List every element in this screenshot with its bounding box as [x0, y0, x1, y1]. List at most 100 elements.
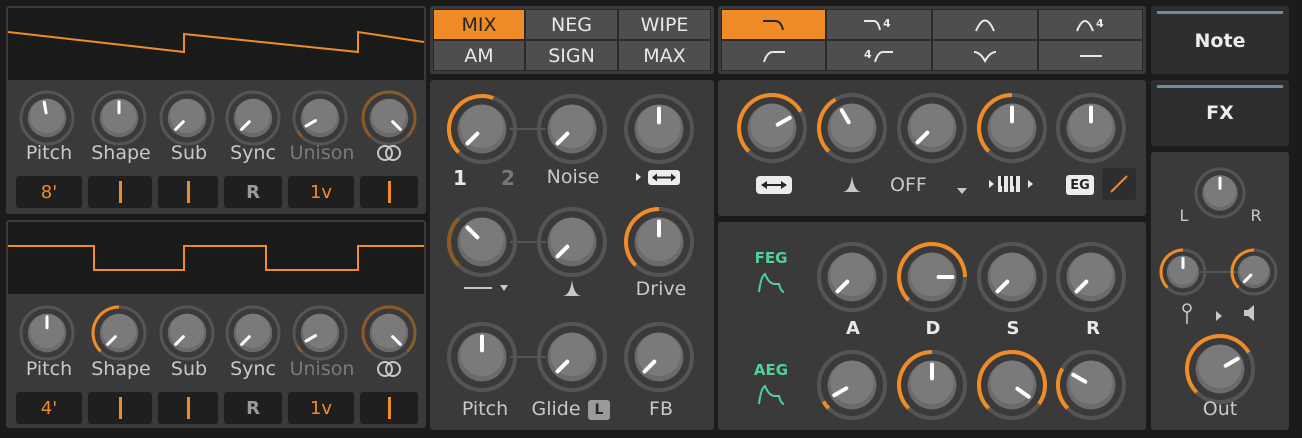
feg-attack-knob[interactable] [815, 240, 889, 314]
osc2-unison-value[interactable]: 1v [288, 392, 354, 424]
feg-shape-icon [757, 272, 785, 298]
pan-right-label: R [1250, 206, 1262, 225]
mixer-glide-knob[interactable] [535, 320, 609, 394]
feg-decay-knob[interactable] [895, 240, 969, 314]
filter-eg-badge[interactable]: EG [1066, 175, 1094, 195]
keytrack-dropdown-arrow[interactable] [956, 180, 968, 199]
aeg-shape-icon [757, 384, 785, 410]
eg-slope-button[interactable] [1102, 168, 1136, 200]
osc2-link-knob[interactable] [359, 303, 419, 363]
mixer-filter-mode-dropdown[interactable] [462, 280, 516, 296]
mixer-pitch-knob[interactable] [445, 320, 519, 394]
osc2-sub-knob[interactable] [157, 303, 217, 363]
feg-label: FEG [754, 249, 788, 267]
mixer-res-knob[interactable] [535, 205, 609, 279]
env-attack-label: A [846, 318, 860, 339]
osc2-unison-knob[interactable] [290, 303, 350, 363]
value-bar [186, 181, 190, 203]
value-bar [118, 397, 122, 419]
osc1-rings-icon[interactable] [376, 144, 402, 166]
feg-sustain-knob[interactable] [975, 240, 1049, 314]
out-label: Out [1202, 398, 1238, 420]
osc1-unison-knob[interactable] [290, 88, 350, 148]
feg-release-knob[interactable] [1054, 240, 1128, 314]
mixer-osc2-label[interactable]: 2 [498, 166, 518, 190]
osc2-shape-knob[interactable] [89, 303, 149, 363]
filter-stereo-icon[interactable] [756, 176, 792, 198]
value-bar [186, 397, 190, 419]
noise-mode-selector[interactable] [634, 167, 690, 187]
osc2-pitch-label: Pitch [25, 358, 73, 380]
osc2-pitch-knob[interactable] [17, 303, 77, 363]
mixer-level-knob[interactable] [622, 92, 696, 166]
input-pin-icon [1180, 303, 1194, 329]
env-sustain-label: S [1006, 318, 1020, 339]
env-release-label: R [1086, 318, 1100, 339]
osc1-sync-label: Sync [230, 142, 276, 164]
aeg-sustain-knob[interactable] [975, 348, 1049, 422]
glide-mode-badge[interactable]: L [588, 400, 610, 420]
osc1-sub-label: Sub [170, 142, 208, 164]
osc2-sub-label: Sub [170, 358, 208, 380]
output-volume-knob[interactable] [1183, 332, 1257, 406]
osc1-link-value[interactable] [360, 176, 418, 208]
mixer-drive-knob[interactable] [622, 205, 696, 279]
mixer-fb-label: FB [649, 398, 673, 420]
filter-cutoff-knob[interactable] [735, 91, 809, 165]
osc2-sub-value[interactable] [158, 392, 218, 424]
diagonal-line-icon [1110, 175, 1128, 193]
output-input-knob[interactable] [1157, 246, 1209, 298]
osc1-unison-value[interactable]: 1v [288, 176, 354, 208]
keyboard-icon[interactable] [988, 174, 1036, 198]
mixer-osc1-label[interactable]: 1 [450, 166, 470, 190]
value-bar [387, 397, 391, 419]
mixer-noise-knob[interactable] [535, 92, 609, 166]
osc2-sync-value[interactable]: R [224, 392, 282, 424]
aeg-label: AEG [753, 361, 789, 379]
value-bar [118, 181, 122, 203]
osc2-shape-value[interactable] [88, 392, 152, 424]
osc2-link-value[interactable] [360, 392, 418, 424]
routing-arrow-icon [1214, 307, 1224, 326]
osc2-pitch-value[interactable]: 4' [16, 392, 82, 424]
output-pan-knob[interactable] [1192, 165, 1248, 221]
osc1-shape-knob[interactable] [89, 88, 149, 148]
env-decay-label: D [925, 318, 941, 339]
aeg-decay-knob[interactable] [895, 348, 969, 422]
aeg-attack-knob[interactable] [815, 348, 889, 422]
osc2-sync-label: Sync [230, 358, 276, 380]
mixer-pitch-label: Pitch [461, 398, 509, 420]
speaker-icon [1242, 304, 1258, 326]
output-level-knob[interactable] [1228, 246, 1280, 298]
osc1-sub-value[interactable] [158, 176, 218, 208]
osc1-shape-label: Shape [91, 142, 151, 164]
osc1-sync-value[interactable]: R [224, 176, 282, 208]
osc1-shape-value[interactable] [88, 176, 152, 208]
osc1-sub-knob[interactable] [157, 88, 217, 148]
filter-res-knob[interactable] [815, 91, 889, 165]
osc1-link-knob[interactable] [359, 88, 419, 148]
osc1-sync-knob[interactable] [223, 88, 283, 148]
value-bar [387, 181, 391, 203]
osc1-pitch-value[interactable]: 8' [16, 176, 82, 208]
aeg-release-knob[interactable] [1054, 348, 1128, 422]
pan-left-label: L [1179, 206, 1189, 225]
osc2-unison-label: Unison [289, 358, 355, 380]
mixer-glide-label: Glide [531, 398, 581, 420]
osc2-shape-label: Shape [91, 358, 151, 380]
mixer-filter-knob[interactable] [445, 205, 519, 279]
mixer-noise-label: Noise [546, 166, 600, 188]
osc2-sync-knob[interactable] [223, 303, 283, 363]
mixer-osc1-knob[interactable] [445, 92, 519, 166]
filter-eg-knob[interactable] [1054, 91, 1128, 165]
filter-keytrack-value[interactable]: OFF [890, 174, 942, 196]
filter-drive-knob[interactable] [975, 91, 1049, 165]
osc1-pitch-knob[interactable] [17, 88, 77, 148]
osc2-rings-icon[interactable] [376, 360, 402, 382]
mixer-fb-knob[interactable] [622, 320, 696, 394]
filter-peak-icon [841, 174, 863, 198]
mixer-peak-icon [561, 278, 583, 302]
filter-keytrack-knob[interactable] [895, 91, 969, 165]
osc1-unison-label: Unison [289, 142, 355, 164]
osc1-pitch-label: Pitch [25, 142, 73, 164]
